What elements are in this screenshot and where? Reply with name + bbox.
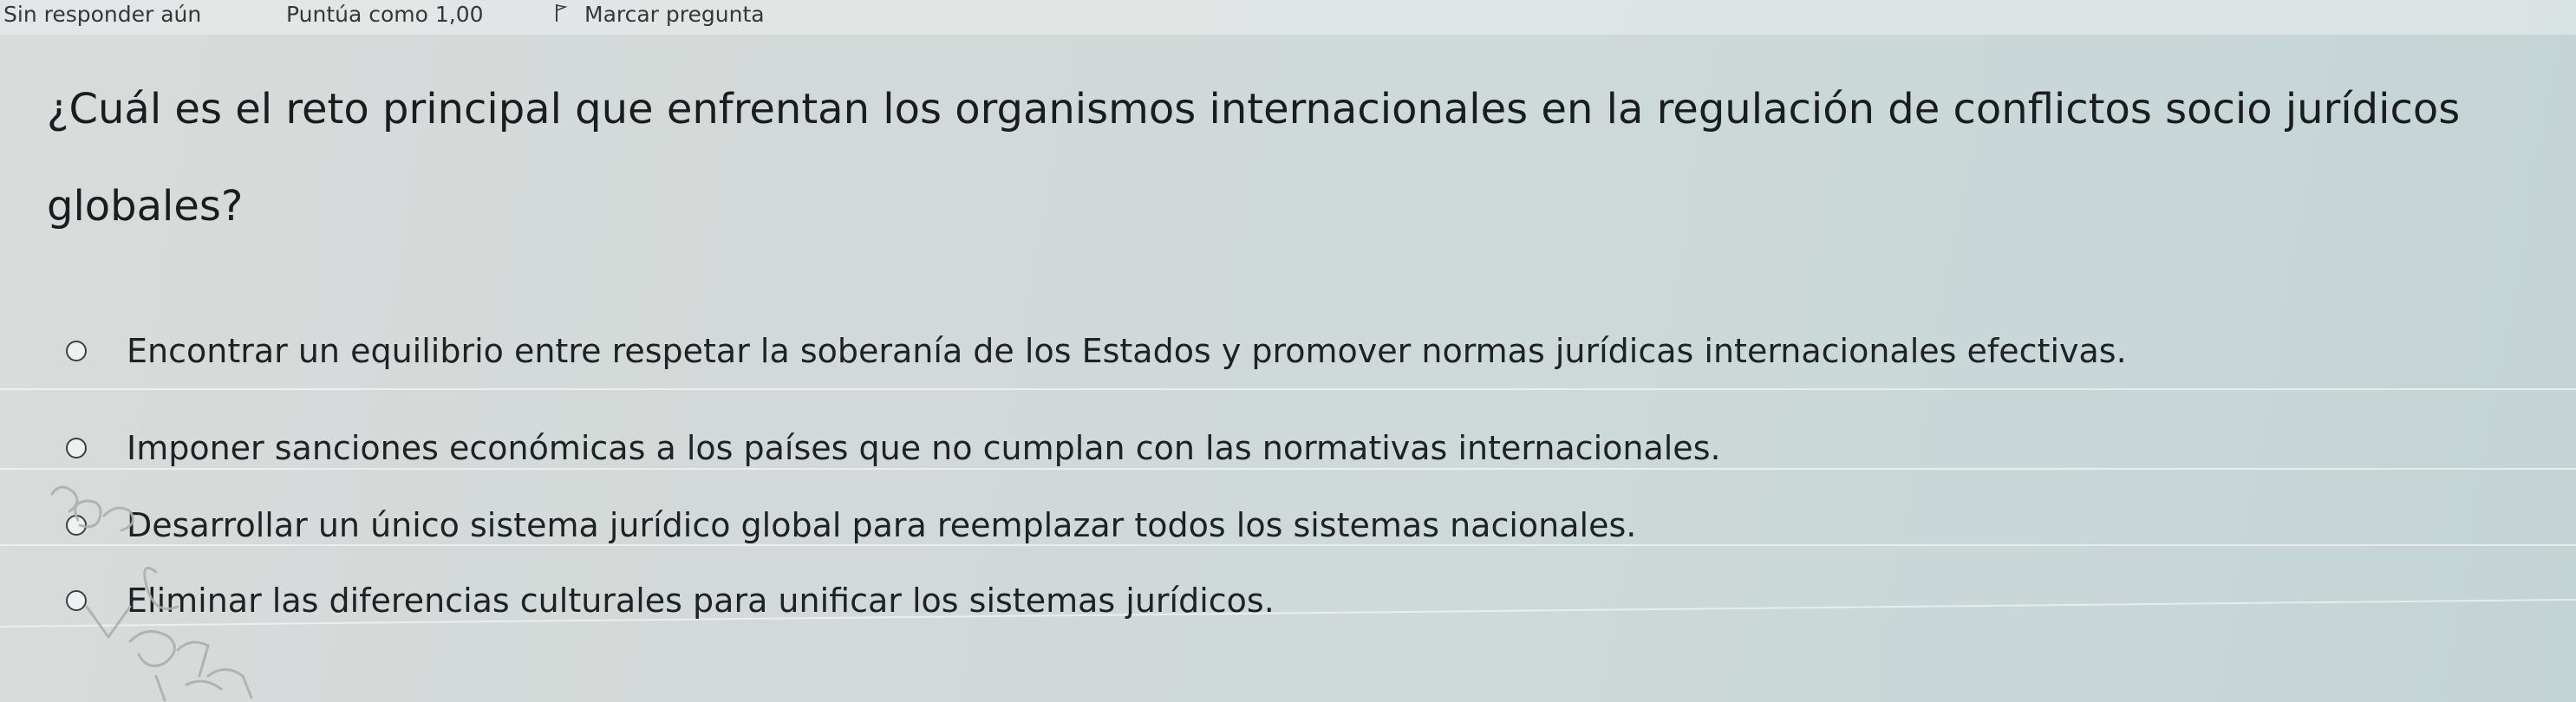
radio-icon[interactable]: [66, 590, 87, 611]
answer-option-3[interactable]: Desarrollar un único sistema jurídico gl…: [66, 491, 1636, 559]
answer-option-2[interactable]: Imponer sanciones económicas a los paíse…: [66, 414, 1721, 482]
divider: [0, 388, 2576, 390]
answer-option-4[interactable]: Eliminar las diferencias culturales para…: [66, 567, 1275, 634]
radio-icon[interactable]: [66, 515, 87, 536]
radio-icon[interactable]: [66, 341, 87, 361]
answer-option-label: Imponer sanciones económicas a los paíse…: [127, 429, 1721, 467]
radio-icon[interactable]: [66, 438, 87, 458]
answer-option-label: Eliminar las diferencias culturales para…: [127, 582, 1275, 620]
answer-option-label: Desarrollar un único sistema jurídico gl…: [127, 506, 1637, 544]
answer-option-1[interactable]: Encontrar un equilibrio entre respetar l…: [66, 317, 2127, 385]
answer-options: Encontrar un equilibrio entre respetar l…: [0, 0, 2576, 702]
answer-option-label: Encontrar un equilibrio entre respetar l…: [127, 332, 2127, 370]
